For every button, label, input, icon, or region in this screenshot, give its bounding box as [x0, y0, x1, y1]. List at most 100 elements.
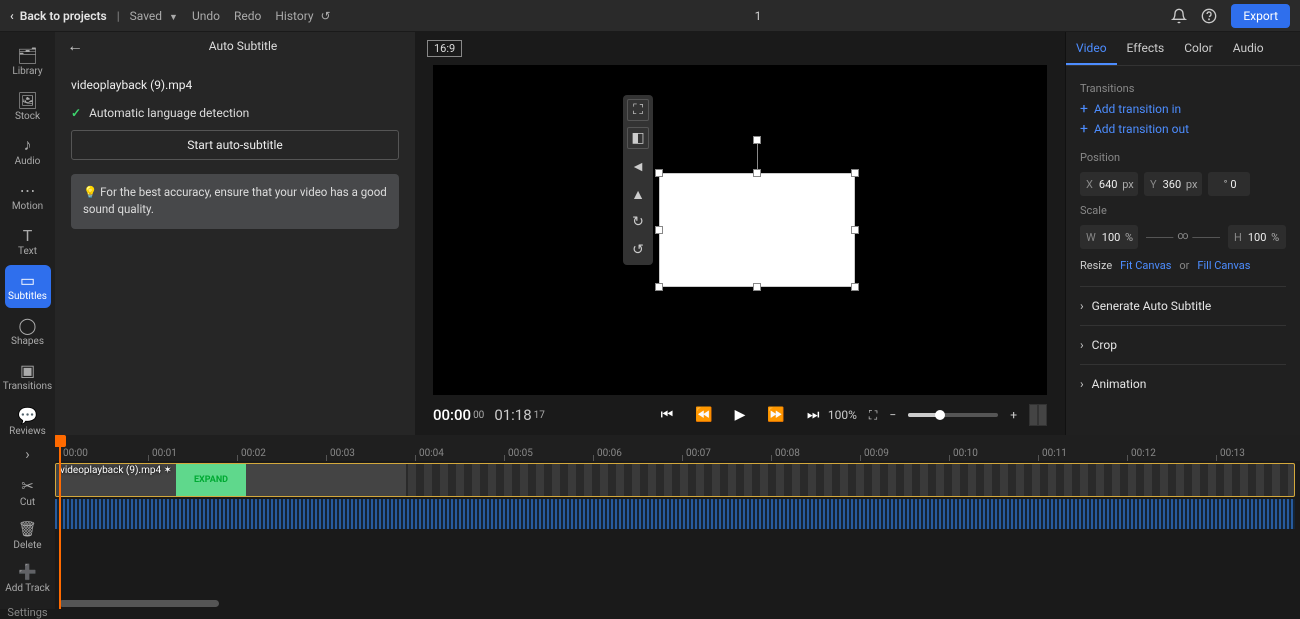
scale-link-toggle[interactable] — [1146, 237, 1220, 238]
panel-back-arrow[interactable]: ← — [67, 36, 83, 56]
project-title[interactable]: 1 — [345, 9, 1172, 23]
nav-stock[interactable]: 🖼Stock — [5, 85, 51, 128]
zoom-in-icon[interactable]: + — [1010, 408, 1017, 422]
add-track-button[interactable]: ➕Add Track — [5, 563, 50, 594]
nav-motion[interactable]: ⋯Motion — [5, 175, 51, 218]
clip-label: videoplayback (9).mp4 ✶ — [60, 465, 172, 476]
timeline-area: › ✂Cut 🗑Delete ➕Add Track Settings 00:00… — [0, 435, 1300, 609]
ruler-mark: 00:01 — [152, 448, 177, 459]
export-button[interactable]: Export — [1231, 4, 1290, 28]
panel-toggle[interactable] — [1029, 404, 1047, 426]
zoom-percent: 100% — [828, 408, 857, 422]
tab-video[interactable]: Video — [1066, 32, 1117, 65]
playhead[interactable] — [59, 435, 61, 609]
play-icon[interactable]: ▶ — [735, 407, 746, 423]
scale-h-input[interactable]: H100 % — [1228, 225, 1286, 249]
timeline-expand[interactable]: › — [25, 445, 30, 465]
rotation-input[interactable]: ° 0 — [1208, 172, 1250, 196]
skip-start-icon[interactable]: ⏮ — [661, 407, 674, 423]
resize-handle-bl[interactable] — [655, 283, 663, 291]
forward-icon[interactable]: ⏩ — [767, 407, 784, 423]
tool-fit-icon[interactable]: ⛶ — [627, 99, 649, 121]
tool-volume-icon[interactable]: ◄ — [627, 155, 649, 177]
chevron-left-icon: ‹ — [10, 9, 14, 23]
accordion-auto-subtitle[interactable]: ›Generate Auto Subtitle — [1080, 286, 1286, 325]
audio-track[interactable] — [55, 499, 1300, 529]
nav-audio[interactable]: ♪Audio — [5, 130, 51, 173]
fill-canvas-button[interactable]: Fill Canvas — [1197, 259, 1250, 272]
audio-waveform[interactable] — [55, 499, 1295, 529]
tab-audio[interactable]: Audio — [1223, 32, 1274, 65]
delete-icon: 🗑 — [18, 520, 37, 538]
cut-button[interactable]: ✂Cut — [20, 477, 35, 508]
tool-mirror-icon[interactable]: ▲ — [627, 183, 649, 205]
resize-handle-tl[interactable] — [655, 169, 663, 177]
saved-status[interactable]: Saved ▼ — [130, 9, 178, 23]
caret-down-icon: ▼ — [169, 13, 178, 23]
resize-handle-t[interactable] — [753, 169, 761, 177]
canvas-stage[interactable]: ⛶ ◧ ◄ ▲ ↻ ↺ — [433, 65, 1047, 395]
resize-handle-br[interactable] — [851, 283, 859, 291]
timeline-settings[interactable]: Settings — [7, 606, 47, 619]
rewind-icon[interactable]: ⏪ — [695, 407, 712, 423]
video-track[interactable]: videoplayback (9).mp4 ✶ EXPAND — [55, 463, 1300, 497]
nav-library[interactable]: 🗂Library — [5, 40, 51, 83]
scale-w-input[interactable]: W100 % — [1080, 225, 1138, 249]
ruler-mark: 00:02 — [241, 448, 266, 459]
delete-button[interactable]: 🗑Delete — [13, 520, 41, 551]
nav-transitions[interactable]: ▣Transitions — [5, 355, 51, 398]
start-autosubtitle-button[interactable]: Start auto-subtitle — [71, 130, 399, 160]
timeline-ruler[interactable]: 00:0000:0100:0200:0300:0400:0500:0600:07… — [55, 435, 1300, 461]
motion-icon: ⋯ — [20, 181, 36, 199]
ruler-mark: 00:06 — [597, 448, 622, 459]
ruler-mark: 00:00 — [63, 448, 88, 459]
help-icon[interactable] — [1201, 8, 1217, 24]
tool-flip-h-icon[interactable]: ◧ — [627, 127, 649, 149]
fit-canvas-button[interactable]: Fit Canvas — [1120, 259, 1171, 272]
left-sidebar: 🗂Library 🖼Stock ♪Audio ⋯Motion TText ▭Su… — [0, 32, 55, 435]
zoom-out-icon[interactable]: − — [889, 408, 896, 422]
nav-shapes[interactable]: ◯Shapes — [5, 310, 51, 353]
plus-icon: + — [1080, 101, 1088, 117]
time-current: 00:00 — [433, 406, 471, 424]
language-detection-row[interactable]: ✓ Automatic language detection — [71, 106, 399, 120]
video-clip[interactable]: videoplayback (9).mp4 ✶ EXPAND — [55, 463, 1295, 497]
redo-button[interactable]: Redo — [234, 9, 261, 23]
history-button[interactable]: History ↺ — [275, 9, 330, 23]
notifications-icon[interactable] — [1171, 8, 1187, 24]
aspect-ratio-badge[interactable]: 16:9 — [427, 40, 462, 57]
tool-rotate-ccw-icon[interactable]: ↺ — [627, 239, 649, 261]
resize-handle-tr[interactable] — [851, 169, 859, 177]
timeline-main[interactable]: 00:0000:0100:0200:0300:0400:0500:0600:07… — [55, 435, 1300, 609]
rotate-handle[interactable] — [753, 136, 761, 144]
tip-box: 💡 For the best accuracy, ensure that you… — [71, 174, 399, 229]
position-y-input[interactable]: Y360 px — [1144, 172, 1202, 196]
ruler-mark: 00:10 — [953, 448, 978, 459]
resize-handle-b[interactable] — [753, 283, 761, 291]
skip-end-icon[interactable]: ⏭ — [807, 407, 820, 423]
chevron-right-icon: › — [1080, 299, 1084, 313]
selection-rect[interactable] — [659, 173, 855, 287]
nav-subtitles[interactable]: ▭Subtitles — [5, 265, 51, 308]
resize-handle-l[interactable] — [655, 226, 663, 234]
ruler-mark: 00:05 — [508, 448, 533, 459]
back-to-projects[interactable]: ‹ Back to projects — [10, 9, 107, 23]
ruler-mark: 00:11 — [1042, 448, 1067, 459]
resize-handle-r[interactable] — [851, 226, 859, 234]
nav-text[interactable]: TText — [5, 220, 51, 263]
accordion-animation[interactable]: ›Animation — [1080, 364, 1286, 403]
accordion-crop[interactable]: ›Crop — [1080, 325, 1286, 364]
canvas-toolbox: ⛶ ◧ ◄ ▲ ↻ ↺ — [623, 95, 653, 265]
zoom-slider[interactable] — [908, 413, 998, 417]
horizontal-scrollbar[interactable] — [59, 600, 219, 607]
fullscreen-icon[interactable]: ⛶ — [869, 408, 877, 423]
tool-rotate-cw-icon[interactable]: ↻ — [627, 211, 649, 233]
canvas-area: 16:9 ⛶ ◧ ◄ ▲ ↻ ↺ — [415, 32, 1065, 435]
undo-button[interactable]: Undo — [192, 9, 220, 23]
tab-effects[interactable]: Effects — [1117, 32, 1175, 65]
add-transition-in[interactable]: +Add transition in — [1080, 101, 1286, 117]
add-transition-out[interactable]: +Add transition out — [1080, 121, 1286, 137]
tab-color[interactable]: Color — [1174, 32, 1222, 65]
filename-label: videoplayback (9).mp4 — [71, 78, 399, 92]
position-x-input[interactable]: X640 px — [1080, 172, 1138, 196]
